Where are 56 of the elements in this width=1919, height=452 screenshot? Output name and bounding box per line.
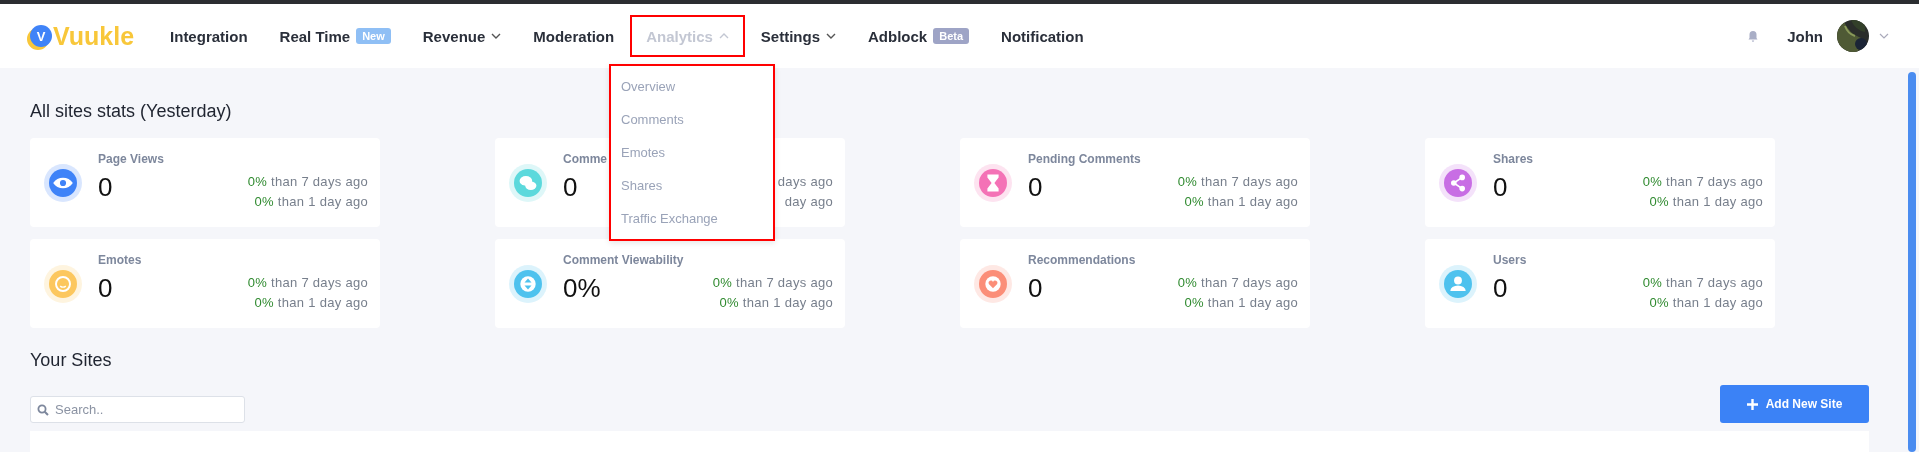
nav-badge: New (356, 28, 391, 44)
stat-title: Pending Comments (1028, 152, 1141, 166)
stat-change: 0% than 7 days ago (1177, 174, 1298, 189)
chevron-up-icon (718, 33, 729, 39)
stat-change: 0% than 7 days ago (1642, 275, 1763, 290)
chevron-down-icon[interactable] (1879, 33, 1889, 39)
bell-icon[interactable] (1747, 30, 1760, 42)
chevron-down-icon (826, 33, 837, 39)
stat-title: Recommendations (1028, 253, 1136, 267)
nav-item[interactable]: Adblock Beta (852, 15, 986, 57)
nav-item[interactable]: Notification (985, 15, 1100, 57)
stat-title: Comme (563, 152, 607, 166)
stat-change: 0% than 7 days ago (247, 275, 368, 290)
stat-change: 0% than 1 day ago (1184, 194, 1298, 209)
plus-icon (1746, 398, 1758, 410)
stat-title: Users (1493, 253, 1527, 267)
stat-value: 0 (563, 172, 578, 203)
stat-title: Page Views (98, 152, 164, 166)
search-field[interactable]: Search.. (30, 396, 245, 423)
logo-mark: V (30, 25, 52, 47)
stat-value: 0% (563, 273, 601, 304)
nav-badge: Beta (933, 28, 970, 44)
stat-change: 0% than 1 day ago (1184, 295, 1298, 310)
nav-item[interactable]: Settings (744, 15, 853, 57)
search-icon (37, 404, 49, 416)
section-title: Your Sites (30, 350, 112, 371)
stat-change: day ago (784, 194, 833, 209)
stat-value: 0 (1493, 273, 1508, 304)
stat-change: 0% than 7 days ago (1642, 174, 1763, 189)
stat-change: 0% than 1 day ago (1649, 295, 1763, 310)
stat-value: 0 (1028, 273, 1043, 304)
stat-change: 0% than 7 days ago (712, 275, 833, 290)
stat-change: 0% than 1 day ago (1649, 194, 1763, 209)
stat-change: days ago (777, 174, 833, 189)
section-title: All sites stats (Yesterday) (30, 101, 232, 122)
stat-title: Shares (1493, 152, 1534, 166)
user-name[interactable]: John (1787, 27, 1823, 45)
chevron-down-icon (491, 33, 502, 39)
stat-title: Comment Viewability (563, 253, 684, 267)
stat-value: 0 (98, 172, 113, 203)
stat-change: 0% than 7 days ago (247, 174, 368, 189)
add-site-button[interactable]: Add New Site (1720, 385, 1869, 423)
scrollbar[interactable] (1908, 72, 1916, 452)
nav-item[interactable]: Real Time New (263, 15, 407, 57)
stat-title: Emotes (98, 253, 142, 267)
logo-text: Vuukle (53, 21, 135, 51)
stat-change: 0% than 1 day ago (254, 194, 368, 209)
stat-change: 0% than 1 day ago (254, 295, 368, 310)
nav-item[interactable]: Revenue (406, 15, 518, 57)
nav-item[interactable]: Integration (154, 15, 264, 57)
stat-change: 0% than 1 day ago (719, 295, 833, 310)
stat-value: 0 (98, 273, 113, 304)
stat-value: 0 (1028, 172, 1043, 203)
nav-item[interactable]: Moderation (517, 15, 631, 57)
stat-change: 0% than 7 days ago (1177, 275, 1298, 290)
stat-value: 0 (1493, 172, 1508, 203)
